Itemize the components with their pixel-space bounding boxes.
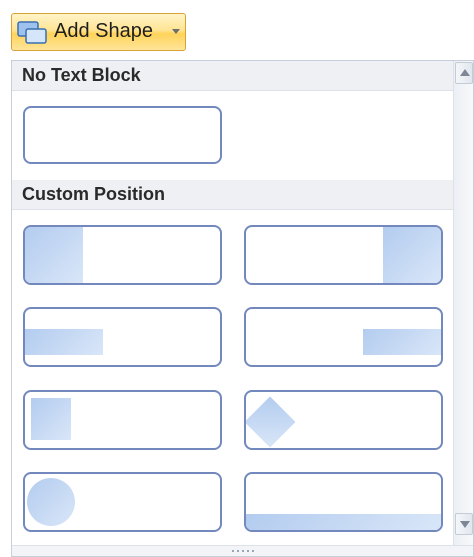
add-shape-label: Add Shape: [54, 20, 153, 42]
shape-preview: [246, 396, 296, 448]
shape-preview: [246, 514, 441, 530]
layout-option-left-bar[interactable]: [23, 307, 222, 367]
chevron-down-icon: [460, 521, 470, 528]
section-title: No Text Block: [22, 65, 141, 85]
shape-preview: [27, 478, 75, 526]
section-title: Custom Position: [22, 184, 165, 204]
layout-option-right-bar[interactable]: [244, 307, 443, 367]
layout-option-left-block[interactable]: [23, 225, 222, 285]
chevron-up-icon: [460, 69, 470, 76]
shape-preview: [25, 227, 83, 283]
layout-option-bottom-bar[interactable]: [244, 472, 443, 532]
scroll-up-button[interactable]: [455, 62, 473, 84]
add-shape-button[interactable]: Add Shape: [11, 13, 186, 51]
layout-option-left-diamond[interactable]: [244, 390, 443, 450]
shape-preview: [25, 329, 103, 355]
layout-option-right-block[interactable]: [244, 225, 443, 285]
layout-option-no-text-block[interactable]: [23, 106, 222, 164]
shape-preview: [383, 227, 441, 283]
grip-dots-icon: [232, 550, 256, 552]
layout-option-left-square[interactable]: [23, 390, 222, 450]
layout-gallery: No Text Block Custom Position: [11, 60, 474, 557]
section-header-no-text-block: No Text Block: [12, 61, 453, 91]
scroll-down-button[interactable]: [455, 513, 473, 535]
resize-grip[interactable]: [12, 545, 473, 556]
shape-icon: [17, 21, 47, 44]
shape-preview: [363, 329, 441, 355]
vertical-scrollbar[interactable]: [453, 61, 473, 545]
chevron-down-icon[interactable]: [172, 29, 180, 34]
shape-preview: [31, 398, 71, 440]
layout-option-left-circle[interactable]: [23, 472, 222, 532]
section-header-custom-position: Custom Position: [12, 180, 453, 210]
